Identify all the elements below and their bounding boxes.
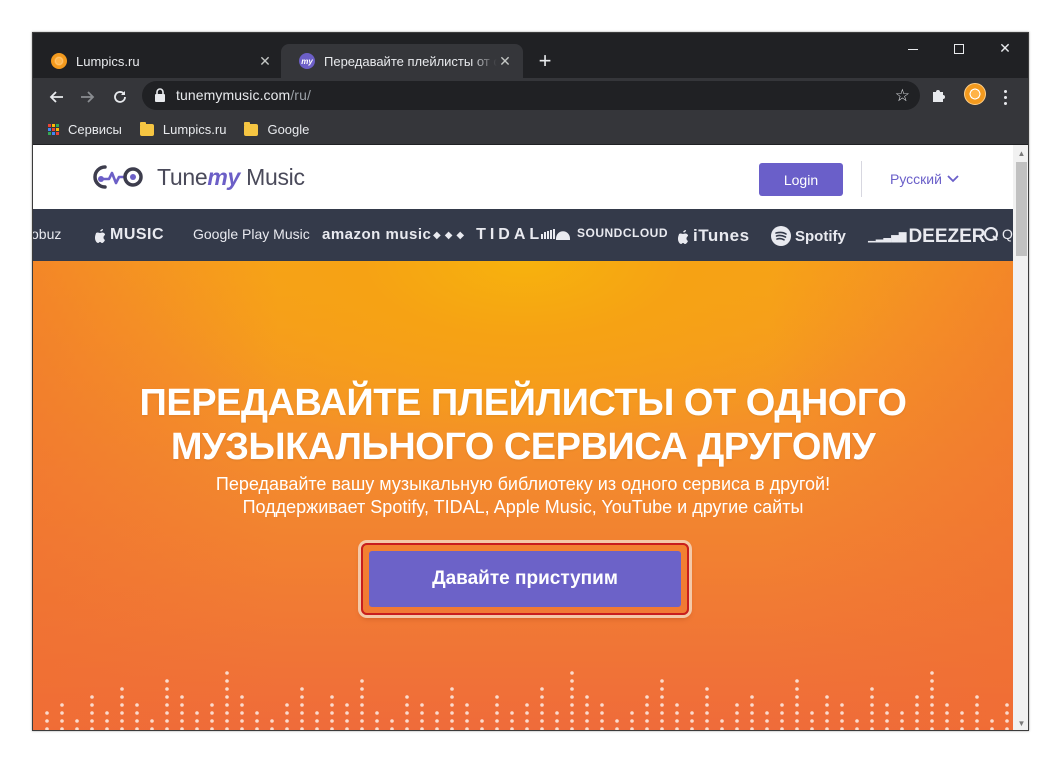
forward-button[interactable]: [74, 83, 102, 111]
site-header: Tunemy Music Login Русский: [33, 145, 1013, 209]
spotify-icon: [771, 226, 791, 246]
apple-icon: [678, 230, 688, 244]
service-deezer: ▁▂▃▅▇ DEEZER: [868, 226, 986, 247]
bookmark-label: Lumpics.ru: [162, 122, 227, 137]
tab-title: Lumpics.ru: [76, 53, 140, 69]
soundcloud-icon: [541, 229, 571, 240]
bookmark-label: Сервисы: [68, 122, 122, 137]
close-tab-icon[interactable]: ✕: [497, 53, 513, 70]
extensions-puzzle-icon[interactable]: [930, 86, 948, 104]
hero-title: ПЕРЕДАВАЙТЕ ПЛЕЙЛИСТЫ ОТ ОДНОГО МУЗЫКАЛЬ…: [139, 382, 907, 468]
minimize-icon: [908, 48, 918, 50]
lock-icon: [155, 88, 165, 102]
language-label: Русский: [890, 171, 942, 187]
bookmark-lumpics[interactable]: Lumpics.ru: [139, 121, 227, 137]
bookmark-services[interactable]: Сервисы: [48, 122, 122, 137]
service-google-play-music: Google Play Music: [193, 226, 310, 242]
login-button[interactable]: Login: [759, 163, 843, 196]
tunemymusic-logo[interactable]: Tunemy Music: [89, 159, 305, 195]
hero-subtitle-line-1: Передавайте вашу музыкальную библиотеку …: [215, 474, 831, 494]
equalizer-dots-decoration: [45, 671, 1009, 730]
address-bar[interactable]: tunemymusic.com/ru/ ☆: [142, 81, 920, 110]
new-tab-button[interactable]: +: [531, 47, 559, 75]
url-host: tunemymusic.com: [176, 87, 291, 103]
close-icon: ✕: [999, 40, 1011, 56]
tidal-icon: ◆◆◆: [433, 229, 469, 241]
close-tab-icon[interactable]: ✕: [257, 53, 273, 70]
service-spotify: Spotify: [771, 226, 846, 246]
service-qobuz-2: Q: [983, 226, 1013, 242]
apps-grid-icon: [48, 124, 59, 135]
logo-mark-icon: [93, 165, 143, 189]
qobuz-icon: [984, 227, 998, 241]
maximize-button[interactable]: [936, 33, 982, 63]
maximize-icon: [954, 44, 964, 55]
forward-arrow-icon: [81, 91, 95, 103]
header-divider: [861, 161, 862, 197]
folder-icon: [244, 121, 259, 136]
tunemymusic-favicon-icon: my: [299, 53, 315, 69]
bookmarks-bar: Сервисы Lumpics.ru Google: [33, 115, 1028, 145]
get-started-button[interactable]: Давайте приступим: [369, 551, 681, 607]
deezer-bars-icon: ▁▂▃▅▇: [868, 231, 907, 243]
service-soundcloud: SOUNDCLOUD: [540, 226, 668, 240]
services-strip: obuz MUSIC Google Play Music amazon musi…: [33, 209, 1013, 261]
hero-section: ПЕРЕДАВАЙТЕ ПЛЕЙЛИСТЫ ОТ ОДНОГО МУЗЫКАЛЬ…: [33, 261, 1013, 730]
url-text: tunemymusic.com/ru/: [176, 87, 311, 103]
browser-window: Lumpics.ru ✕ my Передавайте плейлисты от…: [32, 32, 1029, 731]
language-selector[interactable]: Русский: [890, 171, 959, 187]
minimize-button[interactable]: [890, 33, 936, 63]
hero-subtitle: Передавайте вашу музыкальную библиотеку …: [33, 473, 1013, 519]
apple-icon: [95, 229, 105, 243]
reload-button[interactable]: [106, 83, 134, 111]
scrollbar-thumb[interactable]: [1016, 162, 1027, 256]
url-path: /ru/: [290, 87, 311, 103]
tab-lumpics[interactable]: Lumpics.ru ✕: [33, 44, 283, 78]
bookmark-google[interactable]: Google: [244, 121, 310, 137]
tab-tunemymusic[interactable]: my Передавайте плейлисты от одного музык…: [281, 44, 523, 78]
bookmark-star-icon[interactable]: ☆: [895, 86, 910, 106]
service-apple-music: MUSIC: [93, 226, 164, 244]
browser-toolbar: tunemymusic.com/ru/ ☆: [33, 78, 1028, 115]
service-amazon-music: amazon music: [322, 226, 432, 243]
browser-menu-icon[interactable]: [997, 83, 1013, 111]
close-window-button[interactable]: ✕: [982, 33, 1028, 63]
logo-text: Tunemy Music: [157, 163, 305, 190]
page-viewport: Tunemy Music Login Русский obuz MUSIC Go…: [33, 145, 1013, 730]
bookmark-label: Google: [267, 122, 310, 137]
hero-subtitle-line-2: Поддерживает Spotify, TIDAL, Apple Music…: [242, 497, 804, 517]
profile-avatar[interactable]: [964, 83, 986, 105]
scroll-up-icon[interactable]: ▲: [1013, 145, 1028, 162]
folder-icon: [139, 121, 154, 136]
lumpics-favicon-icon: [51, 53, 67, 69]
service-qobuz: obuz: [33, 226, 62, 242]
back-button[interactable]: [42, 83, 70, 111]
service-tidal: ◆◆◆ TIDAL: [433, 226, 544, 243]
tab-title: Передавайте плейлисты от одного музыкаль…: [324, 53, 497, 69]
service-itunes: iTunes: [676, 226, 750, 246]
chevron-down-icon: [947, 175, 959, 183]
page-scrollbar[interactable]: ▲ ▼: [1013, 145, 1028, 730]
scroll-down-icon[interactable]: ▼: [1013, 715, 1028, 730]
reload-icon: [114, 91, 126, 103]
tab-strip: Lumpics.ru ✕ my Передавайте плейлисты от…: [33, 33, 1028, 78]
back-arrow-icon: [49, 91, 63, 103]
